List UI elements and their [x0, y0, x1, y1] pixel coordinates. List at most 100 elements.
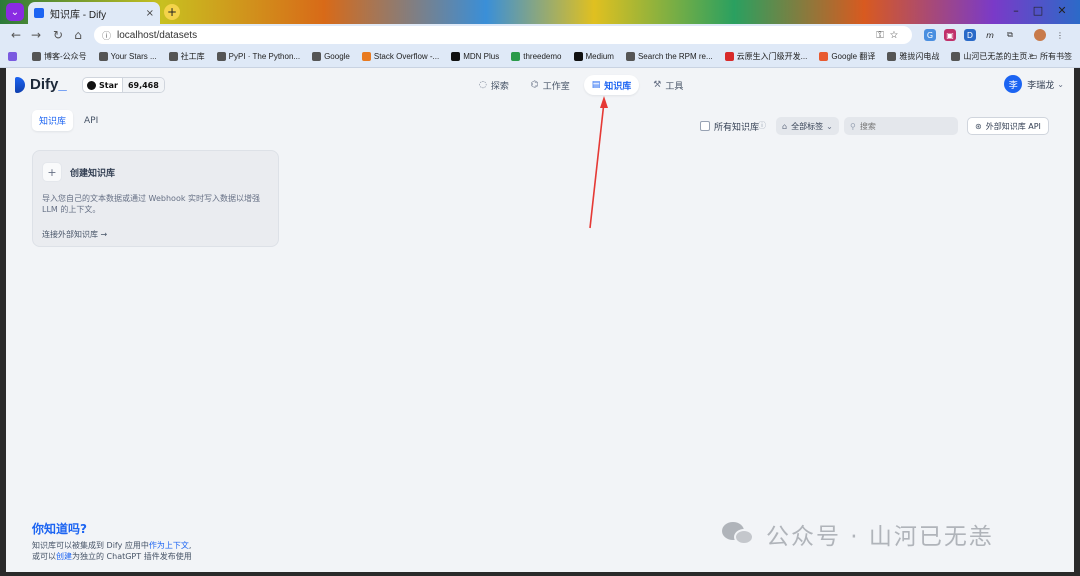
bookmark-item[interactable]: MDN Plus — [451, 52, 499, 61]
maximize-icon[interactable]: □ — [1028, 4, 1048, 17]
browser-chrome: ⌄ 知识库 - Dify × + – □ ✕ ← → ↻ ⌂ ⓘ localho… — [0, 0, 1080, 68]
stackoverflow-icon — [361, 52, 371, 61]
search-input[interactable] — [859, 121, 950, 131]
github-icon — [98, 52, 108, 61]
minimize-icon[interactable]: – — [1006, 4, 1026, 17]
avatar: 李 — [1004, 75, 1023, 93]
github-icon — [87, 80, 96, 90]
plus-icon: + — [42, 162, 62, 182]
all-knowledge-checkbox[interactable] — [700, 121, 710, 131]
globe-icon — [216, 52, 226, 61]
extensions-puzzle-icon[interactable]: ⧉ — [1004, 29, 1016, 41]
tab-knowledge[interactable]: 知识库 — [32, 110, 74, 131]
nav-knowledge[interactable]: ▤ 知识库 — [583, 75, 640, 95]
user-name: 李瑞龙 — [1027, 80, 1055, 91]
tab-search-button[interactable]: ⌄ — [6, 3, 24, 21]
translate-icon — [819, 52, 829, 61]
reload-icon[interactable]: ↻ — [50, 28, 66, 42]
tab-strip: ⌄ 知识库 - Dify × + – □ ✕ — [0, 0, 1080, 24]
mdn-icon — [451, 52, 461, 61]
home-icon[interactable]: ⌂ — [70, 28, 86, 42]
search-box[interactable]: ⚲ — [844, 117, 958, 135]
dataset-tabs: 知识库 API — [32, 110, 109, 131]
bookmark-item[interactable]: Google — [312, 52, 350, 61]
bookmark-item[interactable]: Your Stars ... — [98, 52, 157, 61]
tag-icon: ⌂ — [782, 121, 788, 131]
explore-icon: ◌ — [479, 80, 487, 90]
dify-logo-icon — [15, 76, 25, 93]
connect-external-knowledge-link[interactable]: 连接外部知识库 → — [42, 229, 107, 240]
bookmark-item[interactable]: 社工库 — [168, 51, 205, 62]
all-knowledge-label: 所有知识库 — [714, 123, 760, 133]
bookmark-item[interactable]: Medium — [573, 52, 614, 61]
bookmark-item[interactable]: PyPI · The Python... — [216, 52, 300, 61]
tag-filter-dropdown[interactable]: ⌂ 全部标签 ⌄ — [776, 117, 839, 135]
user-menu[interactable]: 李 李瑞龙 ⌄ — [1004, 75, 1064, 93]
browser-tab-active[interactable]: 知识库 - Dify × — [28, 2, 160, 24]
bookmark-item[interactable]: Search the RPM re... — [625, 52, 713, 61]
tips-text: 为独立的 ChatGPT 插件发布使用 — [72, 552, 192, 561]
external-api-label: 外部知识库 API — [985, 121, 1041, 131]
tips-text: 知识库可以被集成到 Dify 应用中 — [32, 541, 149, 550]
dify-favicon-icon — [34, 8, 44, 18]
extension-icon[interactable]: ▣ — [944, 29, 956, 41]
tips-title: 你知道吗? — [32, 522, 87, 536]
site-info-icon[interactable]: ⓘ — [102, 29, 111, 42]
dify-logo[interactable]: Dify_ — [15, 76, 67, 93]
as-context-link[interactable]: 作为上下文 — [149, 541, 189, 550]
bookmark-item[interactable]: threedemo — [511, 52, 562, 61]
folder-icon — [168, 52, 178, 61]
browser-toolbar: ← → ↻ ⌂ ⓘ localhost/datasets ⚿☆ G ▣ D m … — [0, 24, 1080, 46]
search-icon: ⚲ — [850, 121, 856, 131]
apps-icon[interactable] — [8, 52, 20, 61]
nav-explore[interactable]: ◌ 探索 — [471, 75, 517, 95]
main-nav: ◌ 探索 ⌬ 工作室 ▤ 知识库 ⚒ 工具 — [471, 75, 697, 95]
forward-icon[interactable]: → — [28, 28, 44, 42]
tips-text: , — [188, 541, 192, 550]
tag-filter-label: 全部标签 — [791, 121, 824, 131]
extension-m-icon[interactable]: m — [984, 29, 996, 41]
tab-api[interactable]: API — [77, 112, 105, 130]
rpm-icon — [625, 52, 635, 61]
browser-menu-icon[interactable]: ⋮ — [1054, 29, 1066, 41]
nav-tools[interactable]: ⚒ 工具 — [645, 75, 691, 95]
all-bookmarks-folder[interactable]: ▭ 所有书签 — [1030, 51, 1072, 62]
globe-icon — [951, 52, 961, 61]
app-header: Dify_ Star 69,468 ◌ 探索 ⌬ 工作室 ▤ 知识库 ⚒ 工具 — [6, 68, 1074, 102]
help-icon[interactable]: ⓘ — [758, 120, 766, 131]
huawei-icon — [724, 52, 734, 61]
close-window-icon[interactable]: ✕ — [1052, 4, 1072, 17]
nav-studio[interactable]: ⌬ 工作室 — [523, 75, 578, 95]
window-frame — [1074, 68, 1080, 576]
create-knowledge-card[interactable]: + 创建知识库 导入您自己的文本数据或通过 Webhook 实时写入数据以增强 … — [32, 150, 279, 247]
bookmark-star-icon[interactable]: ⚿☆ — [876, 30, 904, 41]
extension-translate-icon[interactable]: G — [924, 29, 936, 41]
bookmark-item[interactable]: 博客-公众号 — [32, 51, 87, 62]
bookmarks-bar: 博客-公众号 Your Stars ... 社工库 PyPI · The Pyt… — [0, 46, 1080, 68]
github-star-label: Star — [99, 80, 118, 90]
watermark-text: 公众号 · 山河已无恙 — [766, 524, 994, 550]
knowledge-icon: ▤ — [591, 80, 601, 90]
create-plugin-link[interactable]: 创建 — [56, 552, 72, 561]
app-viewport: Dify_ Star 69,468 ◌ 探索 ⌬ 工作室 ▤ 知识库 ⚒ 工具 — [6, 68, 1074, 572]
nav-label: 探索 — [490, 81, 509, 92]
bookmark-item[interactable]: Stack Overflow -... — [361, 52, 439, 61]
chevron-down-icon: ⌄ — [1057, 79, 1064, 89]
tools-icon: ⚒ — [653, 80, 662, 90]
bookmark-item[interactable]: 雅拢闪电战 — [887, 51, 939, 62]
chevron-down-icon: ⌄ — [826, 121, 833, 131]
new-tab-button[interactable]: + — [164, 4, 180, 20]
external-knowledge-api-button[interactable]: ⊛ 外部知识库 API — [967, 117, 1049, 135]
bookmark-item[interactable]: Google 翻译 — [819, 51, 875, 62]
extension-dn-icon[interactable]: D — [964, 29, 976, 41]
bookmark-item[interactable]: 山河已无恙的主页... — [951, 51, 1034, 62]
nav-label: 工作室 — [542, 81, 570, 92]
address-bar[interactable]: ⓘ localhost/datasets ⚿☆ — [94, 26, 912, 44]
create-card-header: + 创建知识库 — [42, 162, 115, 182]
profile-avatar-icon[interactable] — [1034, 29, 1046, 41]
github-star-button[interactable]: Star 69,468 — [82, 77, 165, 93]
folder-icon — [32, 52, 41, 61]
bookmark-item[interactable]: 云原生入门级开发... — [724, 51, 807, 62]
back-icon[interactable]: ← — [8, 28, 24, 42]
close-tab-icon[interactable]: × — [146, 8, 154, 19]
